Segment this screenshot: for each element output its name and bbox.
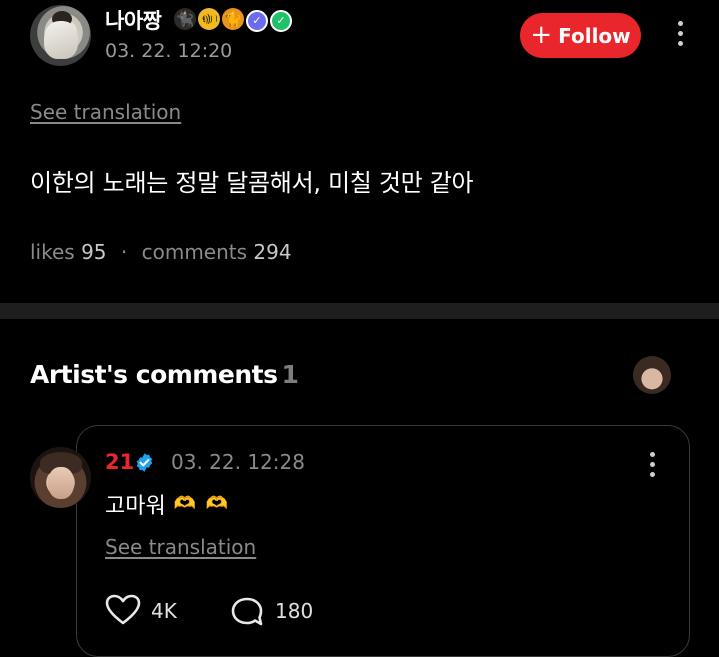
post-stats: likes 95 · comments 294 (30, 240, 292, 264)
more-options-icon[interactable] (649, 452, 655, 477)
fish-emoji: 🐠 (198, 8, 220, 30)
comment-bubble-icon[interactable] (230, 596, 264, 628)
cat-emoji: 🐈 (222, 8, 244, 30)
comment-likes-count: 4K (151, 599, 177, 623)
artist-comments-title: Artist's comments (30, 360, 278, 389)
heart-icon[interactable] (105, 594, 141, 626)
more-options-icon[interactable] (677, 21, 683, 46)
comments-label[interactable]: comments (142, 240, 247, 264)
follow-button[interactable]: + Follow (520, 13, 641, 58)
black-cat-emoji: 🐈‍⬛ (174, 8, 196, 30)
comment-author-avatar[interactable] (30, 447, 91, 508)
section-divider (0, 303, 719, 319)
post-author-name[interactable]: 나아짱 (105, 5, 162, 35)
follow-label: Follow (558, 23, 631, 48)
username-emoji-row: 🐈‍⬛ 🐠 🐈 ✓ ✓ (174, 8, 292, 32)
heart-hands-emoji: 🫶 (205, 493, 228, 514)
avatar-face (48, 467, 74, 499)
separator-dot: · (120, 240, 128, 264)
shield-badge-icon: ✓ (246, 10, 268, 32)
see-translation-link[interactable]: See translation (30, 100, 181, 124)
likes-count: 95 (81, 240, 107, 264)
see-translation-link[interactable]: See translation (105, 535, 256, 559)
artist-avatar-thumbnail[interactable] (633, 356, 671, 394)
post-date: 03. 22. 12:20 (105, 40, 233, 62)
heart-badge-icon: ✓ (270, 10, 292, 32)
post-author-avatar[interactable] (30, 5, 91, 66)
comment-author-name[interactable]: 21 (105, 450, 134, 474)
heart-hands-emoji: 🫶 (173, 493, 196, 514)
verified-badge-icon (136, 453, 153, 472)
artist-comments-count: 1 (281, 360, 299, 389)
comment-replies-count: 180 (275, 599, 314, 623)
comment-text: 고마워 🫶 🫶 (105, 488, 230, 520)
comments-count[interactable]: 294 (253, 240, 291, 264)
avatar-body (44, 21, 78, 59)
comment-body: 고마워 (105, 494, 166, 519)
comment-date: 03. 22. 12:28 (171, 450, 305, 474)
plus-icon: + (530, 19, 553, 50)
likes-label: likes (30, 240, 75, 264)
post-body-text: 이한의 노래는 정말 달콤해서, 미칠 것만 같아 (30, 169, 474, 197)
artist-comments-heading: Artist's comments 1 (30, 360, 299, 389)
